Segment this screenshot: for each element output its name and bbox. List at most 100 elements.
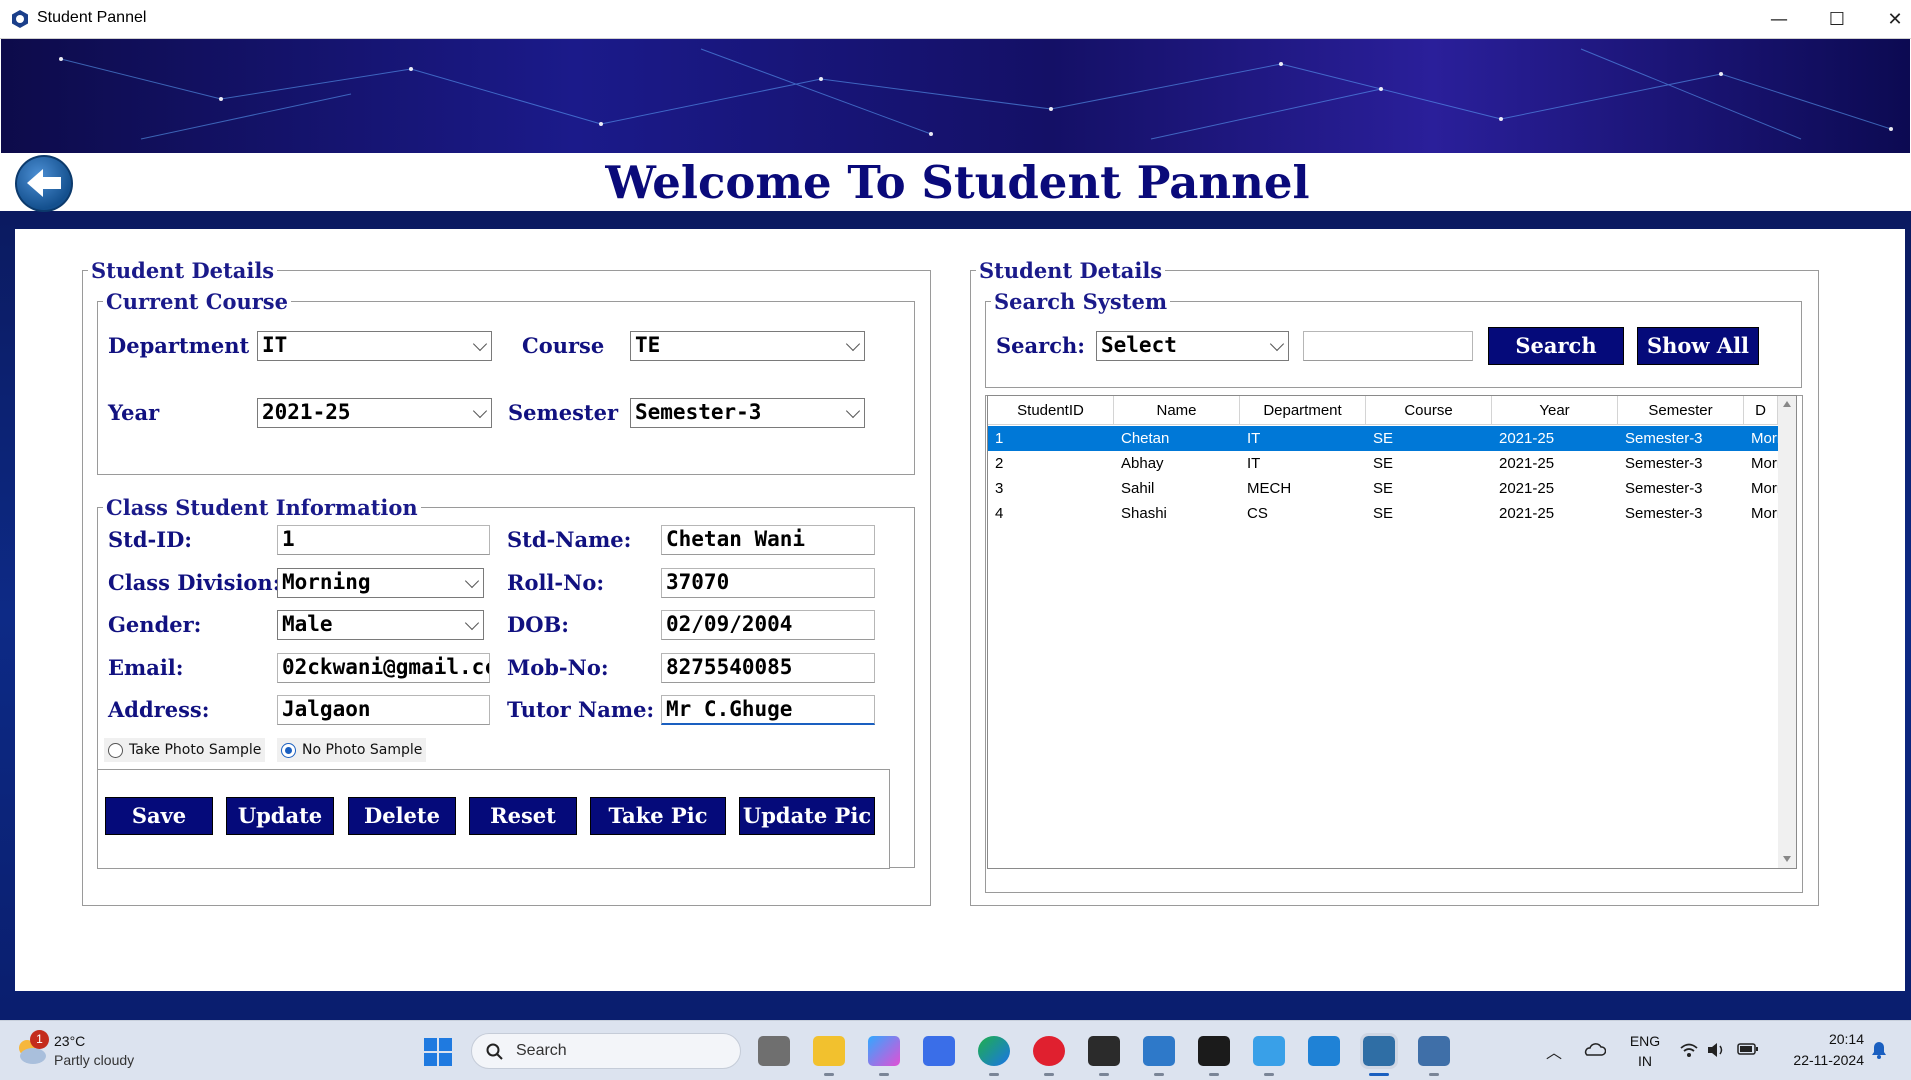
table-cell: SE [1373,455,1394,472]
chevron-down-icon [464,573,480,589]
battery-icon[interactable] [1737,1042,1759,1056]
column-header[interactable]: Course [1366,396,1492,425]
taskbar-search-box[interactable]: Search [471,1033,741,1069]
save-button[interactable]: Save [105,797,213,835]
semester-select[interactable]: Semester-3 [630,398,865,428]
python-app-icon[interactable] [1360,1033,1398,1069]
table-cell: Semester-3 [1625,505,1703,522]
update-pic-button[interactable]: Update Pic [739,797,875,835]
search-text-input[interactable] [1303,331,1473,361]
back-button[interactable] [15,155,73,212]
table-cell: Morn [1751,430,1778,447]
dob-input[interactable]: 02/09/2004 [661,610,875,640]
window-title: Student Pannel [37,9,147,26]
dob-label: DOB: [507,612,570,637]
update-button[interactable]: Update [226,797,334,835]
copilot-icon[interactable] [868,1036,900,1066]
chevron-down-icon [1269,336,1285,352]
roll-no-input[interactable]: 37070 [661,568,875,598]
file-explorer-icon[interactable] [813,1036,845,1066]
notepad-icon[interactable] [1143,1036,1175,1066]
std-name-label: Std-Name: [507,527,632,552]
search-system-legend: Search System [994,289,1168,314]
running-indicator [989,1073,999,1076]
terminal-icon[interactable] [1088,1036,1120,1066]
temperature-text: 23°C [54,1033,86,1049]
edge-browser-icon[interactable] [978,1036,1010,1066]
app-icon [12,10,28,28]
address-input[interactable]: Jalgaon [277,695,490,725]
language-top[interactable]: ENG [1627,1033,1663,1049]
minimize-button[interactable]: — [1750,0,1808,39]
store-icon[interactable] [923,1036,955,1066]
student-details-legend: Student Details [91,258,275,283]
take-photo-radio[interactable]: Take Photo Sample [104,738,266,762]
column-header[interactable]: Department [1240,396,1366,425]
clock-time[interactable]: 20:14 [1776,1031,1864,1047]
vscode-icon[interactable] [1308,1036,1340,1066]
search-icon [486,1043,503,1060]
std-id-input[interactable]: 1 [277,525,490,555]
table-cell: 2021-25 [1499,455,1555,472]
onedrive-cloud-icon[interactable] [1582,1041,1606,1057]
gender-label: Gender: [108,612,202,637]
table-cell: 2021-25 [1499,505,1555,522]
volume-icon[interactable] [1706,1041,1726,1059]
active-indicator [1369,1073,1389,1076]
table-row[interactable]: 3 Sahil MECH SE 2021-25 Semester-3 Morn [988,476,1778,501]
table-cell: SE [1373,505,1394,522]
delete-button[interactable]: Delete [348,797,456,835]
table-row[interactable]: 1 Chetan IT SE 2021-25 Semester-3 Morn [988,426,1778,451]
search-by-select[interactable]: Select [1096,331,1289,361]
table-cell: 2 [995,455,1004,472]
vertical-scrollbar[interactable] [1778,396,1796,868]
column-header[interactable]: Name [1114,396,1240,425]
running-indicator [824,1073,834,1076]
no-photo-radio[interactable]: No Photo Sample [277,738,427,762]
table-cell: IT [1247,455,1261,472]
address-label: Address: [108,697,210,722]
column-header[interactable]: Semester [1618,396,1744,425]
course-select[interactable]: TE [630,331,865,361]
weather-notification-badge: 1 [30,1030,49,1049]
search-button[interactable]: Search [1488,327,1624,365]
show-all-button[interactable]: Show All [1637,327,1759,365]
chevron-up-icon[interactable]: ︿ [1546,1039,1562,1063]
window-titlebar: Student Pannel — ☐ ✕ [0,0,1911,39]
class-division-select[interactable]: Morning [277,568,484,598]
close-button[interactable]: ✕ [1866,0,1911,39]
windows-start-icon[interactable] [423,1037,453,1067]
table-row[interactable]: 2 Abhay IT SE 2021-25 Semester-3 Morn [988,451,1778,476]
table-cell: 2021-25 [1499,480,1555,497]
year-select[interactable]: 2021-25 [257,398,492,428]
std-name-input[interactable]: Chetan Wani [661,525,875,555]
email-input[interactable]: 02ckwani@gmail.cc [277,653,490,683]
mob-no-input[interactable]: 8275540085 [661,653,875,683]
clock-date[interactable]: 22-11-2024 [1776,1052,1864,1068]
maximize-button[interactable]: ☐ [1808,0,1866,39]
scroll-arrows-icon [1783,401,1791,862]
opera-browser-icon[interactable] [1033,1036,1065,1066]
language-bottom[interactable]: IN [1627,1053,1663,1069]
running-indicator [1099,1073,1109,1076]
reset-button[interactable]: Reset [469,797,577,835]
table-row[interactable]: 4 Shashi CS SE 2021-25 Semester-3 Morn [988,501,1778,526]
current-course-legend: Current Course [106,289,288,314]
student-table[interactable]: StudentID Name Department Course Year Semeste… [987,395,1797,869]
paint-icon[interactable] [1253,1036,1285,1066]
column-header[interactable]: D [1744,396,1778,425]
wifi-icon[interactable] [1679,1041,1699,1059]
task-view-icon[interactable] [758,1036,790,1066]
running-indicator [1044,1073,1054,1076]
course-label: Course [522,333,605,358]
app-icon[interactable] [1198,1036,1230,1066]
gender-select[interactable]: Male [277,610,484,640]
radio-unselected-icon [108,742,123,758]
column-header[interactable]: Year [1492,396,1618,425]
department-select[interactable]: IT [257,331,492,361]
notification-bell-icon[interactable] [1870,1040,1888,1060]
column-header[interactable]: StudentID [988,396,1114,425]
take-pic-button[interactable]: Take Pic [590,797,726,835]
tutor-name-input[interactable]: Mr C.Ghuge [661,695,875,725]
app-window-icon[interactable] [1418,1036,1450,1066]
